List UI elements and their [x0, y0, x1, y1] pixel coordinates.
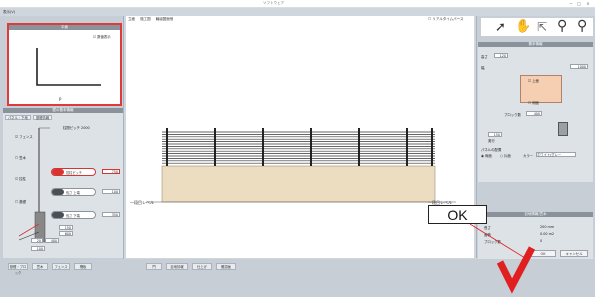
callout-line — [469, 223, 526, 259]
annotation-overlay — [469, 223, 536, 294]
checkmark-icon — [496, 246, 536, 294]
